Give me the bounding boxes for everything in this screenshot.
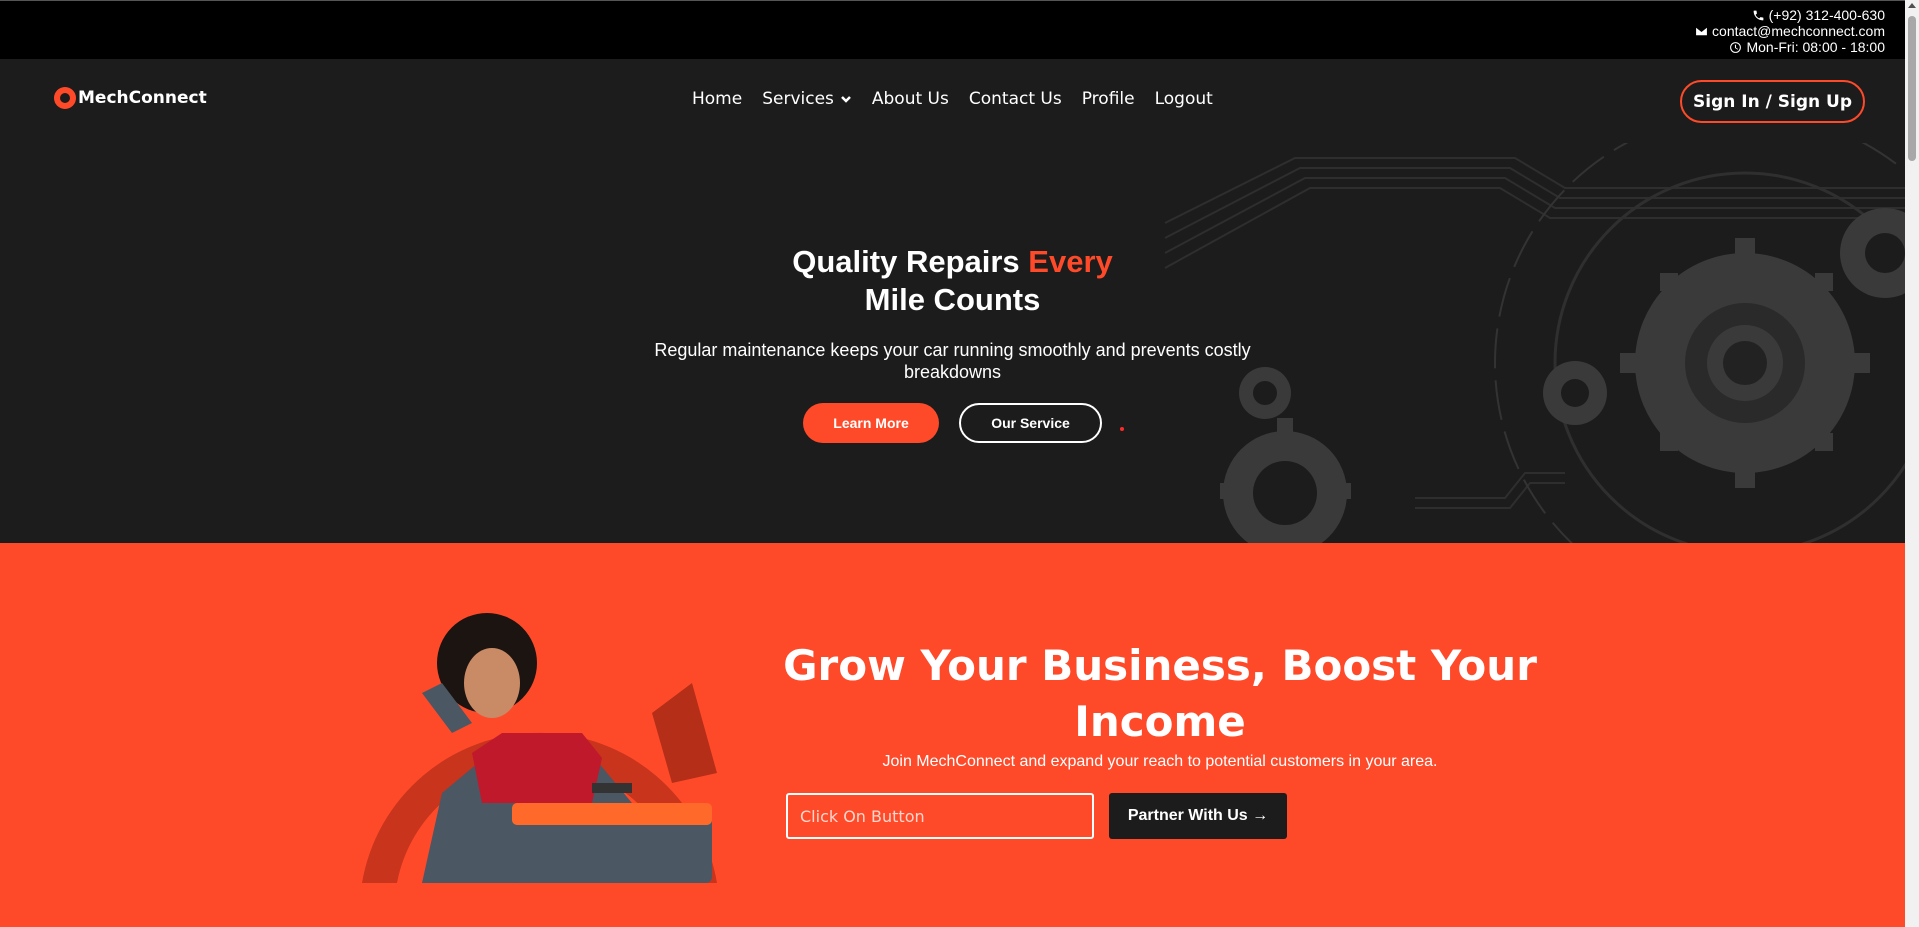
mechanic-illustration — [362, 613, 717, 883]
scroll-thumb[interactable] — [1908, 16, 1916, 161]
nav-services[interactable]: Services — [762, 89, 852, 109]
carousel-dot[interactable] — [1120, 427, 1124, 431]
email-row: contact@mechconnect.com — [1695, 23, 1885, 39]
partner-title: Grow Your Business, Boost Your Income — [783, 641, 1537, 746]
hero-subtitle-text: Regular maintenance keeps your car runni… — [654, 340, 1251, 382]
envelope-icon — [1696, 27, 1707, 35]
signin-signup-button[interactable]: Sign In / Sign Up — [1680, 80, 1865, 123]
email-text: contact@mechconnect.com — [1712, 23, 1885, 39]
nav-home[interactable]: Home — [692, 89, 742, 109]
partner-with-us-button[interactable]: Partner With Us → — [1109, 793, 1287, 839]
nav-about[interactable]: About Us — [872, 89, 949, 109]
learn-more-button[interactable]: Learn More — [803, 403, 939, 443]
nav-contact[interactable]: Contact Us — [969, 89, 1062, 109]
hero-title-accent: Every — [1028, 244, 1113, 279]
phone-text: (+92) 312-400-630 — [1768, 7, 1885, 23]
logo-icon — [54, 87, 76, 109]
page: (+92) 312-400-630 contact@mechconnect.co… — [0, 0, 1919, 927]
site-header: MechConnect Home Services About Us Conta… — [0, 59, 1905, 143]
top-info-bar: (+92) 312-400-630 contact@mechconnect.co… — [0, 0, 1905, 59]
hero-subtitle: Regular maintenance keeps your car runni… — [0, 339, 1905, 383]
phone-row: (+92) 312-400-630 — [1695, 7, 1885, 23]
hero-title-part1: Quality Repairs — [792, 244, 1029, 279]
main-nav: Home Services About Us Contact Us Profil… — [692, 89, 1213, 109]
hours-row: Mon-Fri: 08:00 - 18:00 — [1695, 39, 1885, 55]
clock-icon — [1730, 41, 1742, 53]
nav-logout[interactable]: Logout — [1155, 89, 1213, 109]
phone-icon — [1753, 10, 1763, 20]
scroll-up-icon[interactable] — [1908, 3, 1916, 8]
hero-title: Quality Repairs Every Mile Counts — [0, 243, 1905, 319]
hours-text: Mon-Fri: 08:00 - 18:00 — [1746, 39, 1885, 55]
our-service-button[interactable]: Our Service — [959, 403, 1102, 443]
page-scrollbar[interactable] — [1905, 0, 1919, 927]
partner-subtitle: Join MechConnect and expand your reach t… — [882, 753, 1438, 770]
hero-section: Quality Repairs Every Mile Counts Regula… — [0, 143, 1905, 543]
brand-logo[interactable]: MechConnect — [54, 87, 207, 109]
contact-info: (+92) 312-400-630 contact@mechconnect.co… — [1695, 7, 1885, 55]
chevron-down-icon — [841, 96, 851, 103]
hero-title-part2: Mile Counts — [864, 282, 1041, 317]
nav-services-label: Services — [762, 89, 834, 109]
partner-section: Grow Your Business, Boost Your Income Jo… — [0, 543, 1905, 927]
brand-name: MechConnect — [78, 88, 207, 108]
partner-input[interactable] — [786, 793, 1094, 839]
nav-profile[interactable]: Profile — [1082, 89, 1135, 109]
